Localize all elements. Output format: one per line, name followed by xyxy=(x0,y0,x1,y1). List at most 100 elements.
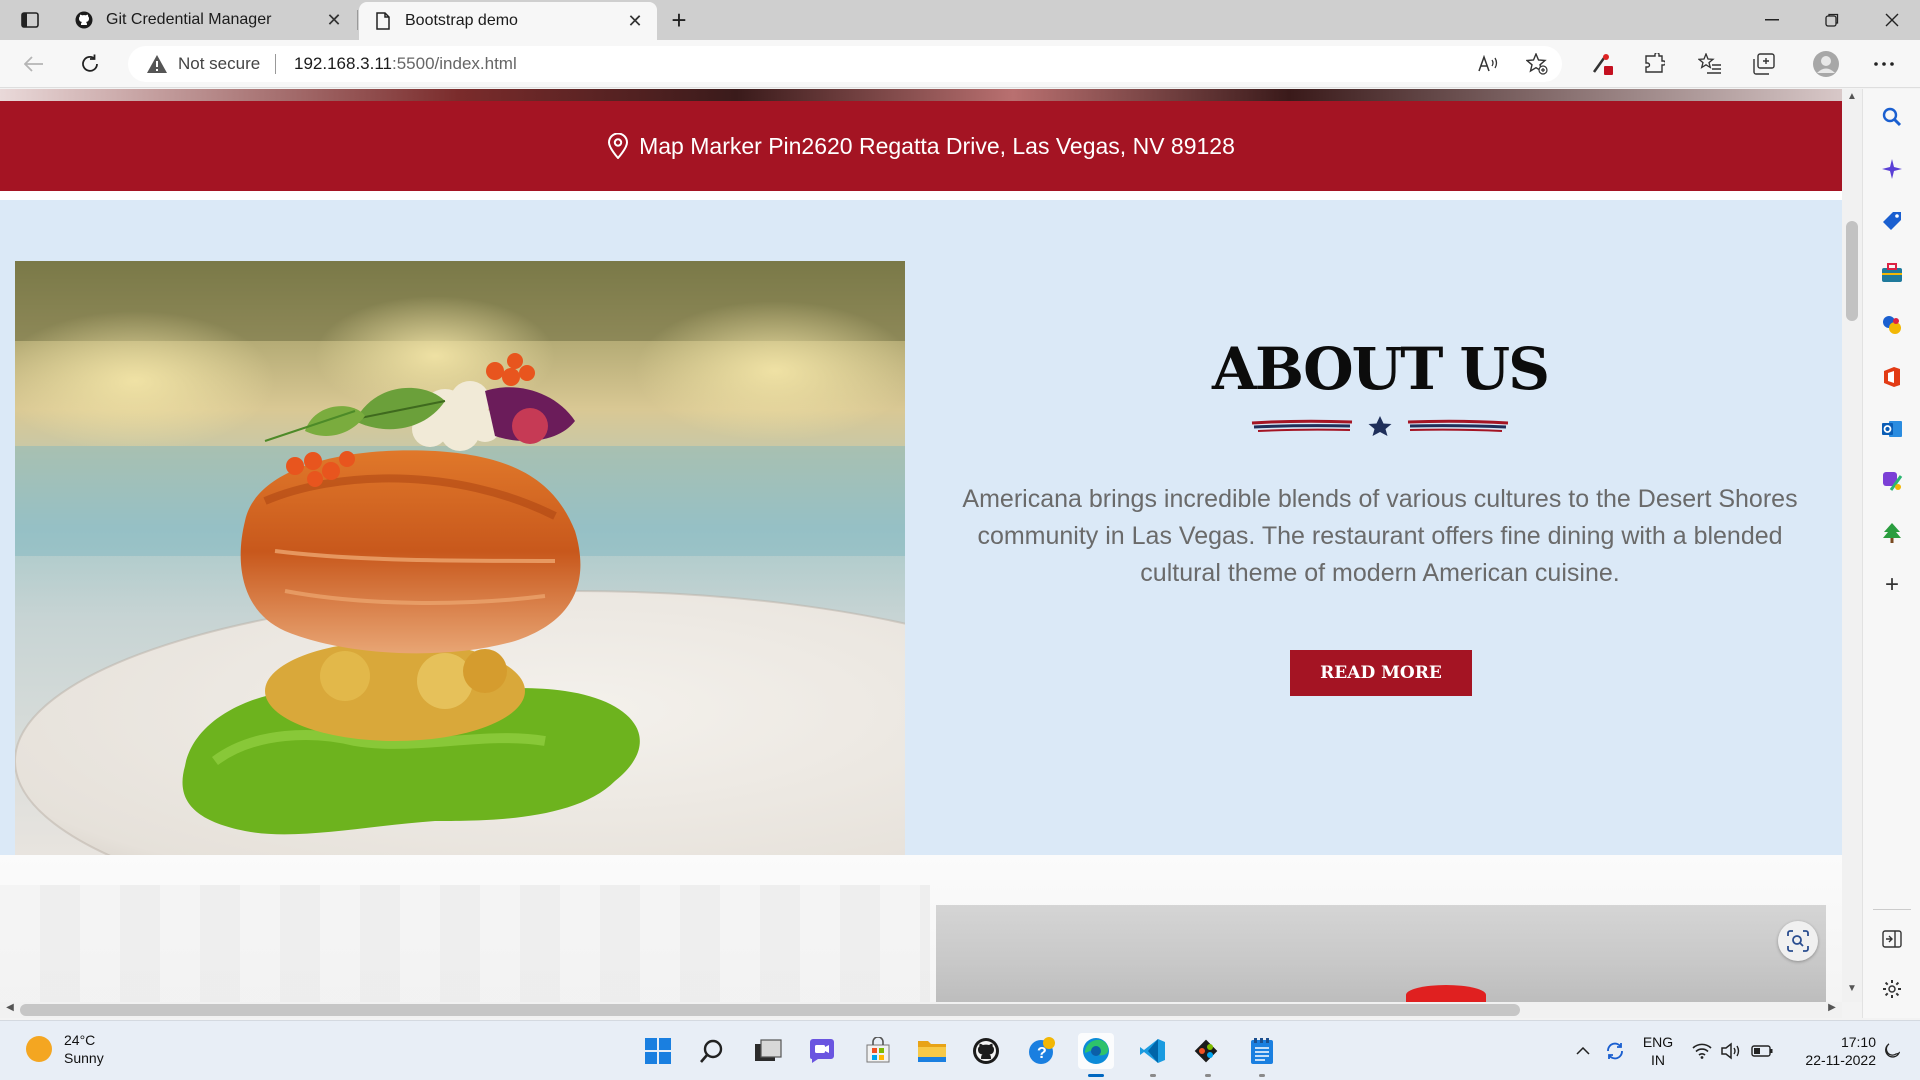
refresh-icon[interactable] xyxy=(72,48,108,80)
security-label[interactable]: Not secure xyxy=(178,54,260,74)
tab-actions-icon[interactable] xyxy=(12,6,48,34)
sun-icon xyxy=(26,1036,52,1062)
restore-icon[interactable] xyxy=(1804,0,1860,40)
page-viewport: Map Marker Pin2620 Regatta Drive, Las Ve… xyxy=(0,89,1842,1002)
horizontal-scrollbar[interactable]: ◀ ▶ xyxy=(0,1002,1842,1018)
github-icon xyxy=(74,10,94,30)
address-text: Map Marker Pin2620 Regatta Drive, Las Ve… xyxy=(639,132,1235,159)
sparkle-icon[interactable] xyxy=(1878,155,1906,183)
clock[interactable]: 17:10 22-11-2022 xyxy=(1786,1021,1876,1080)
settings-more-icon[interactable] xyxy=(1866,48,1902,80)
url-host: 192.168.3.11 xyxy=(294,54,392,73)
shopping-tag-icon[interactable] xyxy=(1878,207,1906,235)
collections-icon[interactable] xyxy=(1746,48,1782,80)
url-path: :5500/index.html xyxy=(392,54,517,73)
new-tab-button[interactable]: + xyxy=(664,5,694,35)
running-indicator xyxy=(1205,1074,1211,1077)
url-text[interactable]: 192.168.3.11:5500/index.html xyxy=(294,54,517,74)
scroll-right-icon[interactable]: ▶ xyxy=(1824,1002,1840,1018)
weather-text: 24°C Sunny xyxy=(64,1031,104,1067)
designer-icon[interactable] xyxy=(1878,467,1906,495)
warning-icon[interactable] xyxy=(146,54,168,74)
sidebar-divider xyxy=(1873,909,1911,910)
scroll-left-icon[interactable]: ◀ xyxy=(2,1002,18,1018)
sync-icon[interactable] xyxy=(1600,1021,1630,1080)
profile-avatar-icon[interactable] xyxy=(1808,48,1844,80)
vertical-scrollbar[interactable]: ▲ ▼ xyxy=(1842,89,1862,1002)
help-tips-icon[interactable]: ? xyxy=(1024,1033,1060,1069)
microsoft-store-icon[interactable] xyxy=(860,1033,896,1069)
edge-sidebar: + xyxy=(1862,89,1920,1018)
browser-toolbar: Not secure 192.168.3.11:5500/index.html xyxy=(0,40,1920,88)
region-code: IN xyxy=(1651,1052,1665,1068)
running-indicator xyxy=(1150,1074,1156,1077)
extensions-icon[interactable] xyxy=(1636,48,1672,80)
read-more-button[interactable]: READ MORE xyxy=(1290,650,1472,696)
github-desktop-icon[interactable] xyxy=(968,1033,1004,1069)
star-divider-icon xyxy=(1250,415,1510,437)
clock-time: 17:10 xyxy=(1840,1034,1876,1050)
search-icon[interactable] xyxy=(1878,103,1906,131)
tab-divider xyxy=(357,10,358,30)
tree-icon[interactable] xyxy=(1878,519,1906,547)
visual-search-icon[interactable] xyxy=(1778,921,1818,961)
edge-browser-icon[interactable] xyxy=(1078,1033,1114,1069)
chevron-up-icon[interactable] xyxy=(1570,1021,1596,1080)
svg-text:?: ? xyxy=(1037,1045,1047,1062)
battery-icon[interactable] xyxy=(1748,1021,1776,1080)
git-gui-icon[interactable] xyxy=(1188,1033,1224,1069)
language-indicator[interactable]: ENG IN xyxy=(1636,1021,1680,1080)
games-icon[interactable] xyxy=(1878,311,1906,339)
about-content: ABOUT US Americana brings incredible ble… xyxy=(950,200,1810,855)
read-aloud-icon[interactable] xyxy=(1476,52,1502,76)
minimize-icon[interactable] xyxy=(1744,0,1800,40)
vscode-icon[interactable] xyxy=(1134,1033,1170,1069)
active-app-indicator xyxy=(1088,1074,1104,1077)
scrollbar-thumb[interactable] xyxy=(1846,221,1858,321)
close-window-icon[interactable] xyxy=(1864,0,1920,40)
scroll-down-icon[interactable]: ▼ xyxy=(1842,983,1862,999)
wifi-icon[interactable] xyxy=(1688,1021,1716,1080)
page-icon xyxy=(373,11,393,31)
file-explorer-icon[interactable] xyxy=(914,1033,950,1069)
clock-date: 22-11-2022 xyxy=(1805,1052,1876,1068)
notifications-moon-icon[interactable] xyxy=(1878,1021,1906,1080)
tools-briefcase-icon[interactable] xyxy=(1878,259,1906,287)
search-icon[interactable] xyxy=(694,1033,730,1069)
weather-temperature: 24°C xyxy=(64,1032,96,1048)
close-tab-icon[interactable]: ✕ xyxy=(320,6,348,34)
favorites-icon[interactable] xyxy=(1692,48,1728,80)
task-view-icon[interactable] xyxy=(750,1033,786,1069)
teams-chat-icon[interactable] xyxy=(804,1033,840,1069)
next-section xyxy=(0,855,1842,1002)
language-code: ENG xyxy=(1642,1034,1674,1050)
next-dish-photo xyxy=(936,905,1826,1002)
office-icon[interactable] xyxy=(1878,363,1906,391)
volume-icon[interactable] xyxy=(1718,1021,1746,1080)
address-banner: Map Marker Pin2620 Regatta Drive, Las Ve… xyxy=(0,101,1842,191)
notepad-icon[interactable] xyxy=(1244,1033,1280,1069)
extension-tool-icon[interactable] xyxy=(1584,48,1620,80)
hero-image-edge xyxy=(0,89,1842,101)
hide-sidebar-icon[interactable] xyxy=(1878,925,1906,953)
back-icon[interactable] xyxy=(16,48,52,80)
map-marker-icon xyxy=(607,132,629,160)
address-bar[interactable]: Not secure 192.168.3.11:5500/index.html xyxy=(128,46,1562,82)
close-tab-icon[interactable]: ✕ xyxy=(621,7,649,35)
tab-title: Bootstrap demo xyxy=(405,12,518,29)
about-section: ABOUT US Americana brings incredible ble… xyxy=(0,200,1842,855)
add-favorite-icon[interactable] xyxy=(1524,52,1550,76)
tab-strip: Git Credential Manager ✕ Bootstrap demo … xyxy=(0,0,1920,40)
add-sidebar-app-icon[interactable]: + xyxy=(1878,571,1906,599)
start-menu-icon[interactable] xyxy=(640,1033,676,1069)
sidebar-settings-gear-icon[interactable] xyxy=(1878,975,1906,1003)
scroll-up-icon[interactable]: ▲ xyxy=(1842,91,1862,107)
tab-git-credential-manager[interactable]: Git Credential Manager ✕ xyxy=(60,0,356,40)
weather-widget[interactable]: 24°C Sunny xyxy=(26,1031,104,1067)
weather-condition: Sunny xyxy=(64,1050,104,1066)
tab-bootstrap-demo[interactable]: Bootstrap demo ✕ xyxy=(359,2,657,40)
dish-garnish xyxy=(1406,985,1486,1002)
scrollbar-thumb[interactable] xyxy=(20,1004,1520,1016)
outlook-icon[interactable] xyxy=(1878,415,1906,443)
tab-title: Git Credential Manager xyxy=(106,11,272,28)
